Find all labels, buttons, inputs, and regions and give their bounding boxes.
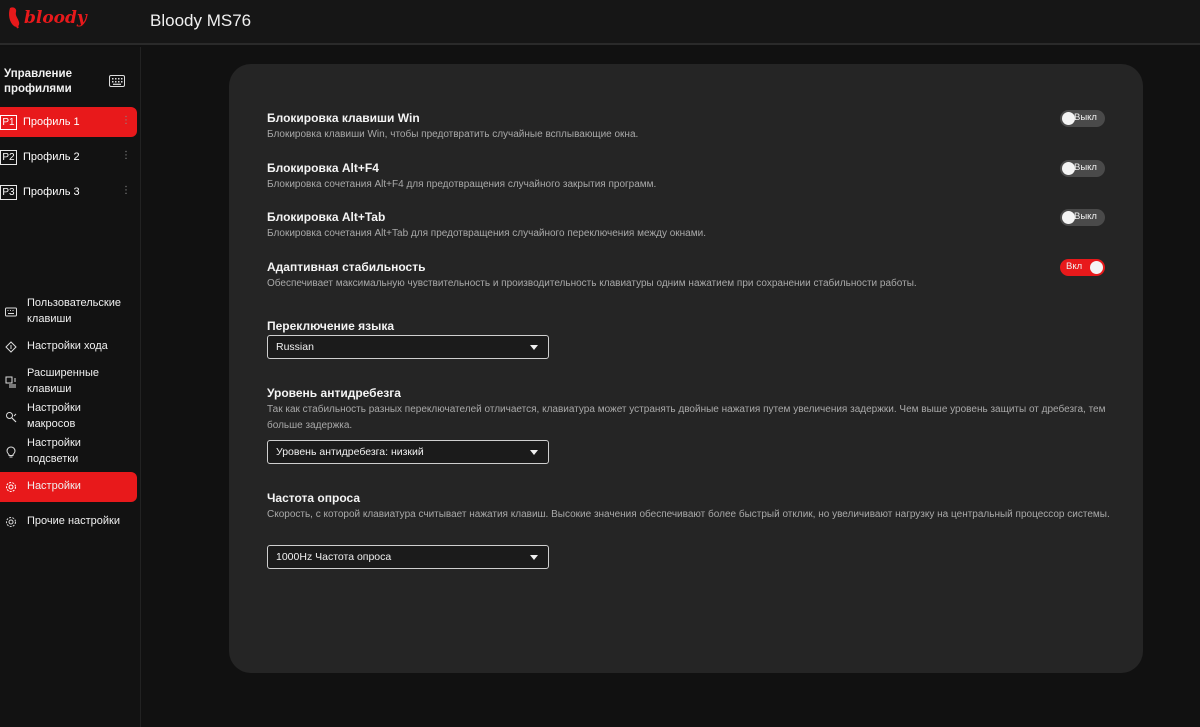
setting-desc-win-lock: Блокировка клавиши Win, чтобы предотврат… — [267, 129, 639, 140]
top-bar: bloody Bloody MS76 — [0, 0, 1200, 45]
profile-item-1[interactable]: P1 Профиль 1 ⋮ — [0, 107, 137, 137]
nav-item-lighting-settings[interactable]: Настройки подсветки — [0, 435, 137, 469]
polling-desc: Скорость, с которой клавиатура считывает… — [267, 509, 1110, 520]
polling-title: Частота опроса — [267, 491, 360, 505]
more-icon[interactable]: ⋮ — [121, 185, 131, 196]
profile-label: Профиль 2 — [23, 151, 80, 163]
bulb-icon — [6, 446, 16, 458]
nav-item-other-settings[interactable]: Прочие настройки — [0, 512, 137, 532]
setting-desc-alt-f4-lock: Блокировка сочетания Alt+F4 для предотвр… — [267, 179, 657, 190]
alt-f4-lock-toggle[interactable]: Выкл — [1060, 160, 1105, 177]
profiles-header: Управление профилями — [4, 68, 72, 95]
select-value: 1000Hz Частота опроса — [276, 551, 392, 563]
keyboard-icon[interactable] — [109, 75, 125, 87]
setting-desc-alt-tab-lock: Блокировка сочетания Alt+Tab для предотв… — [267, 228, 706, 239]
advanced-keys-icon — [5, 376, 16, 388]
nav-label: Настройки подсветки — [27, 437, 81, 465]
setting-title-win-lock: Блокировка клавиши Win — [267, 111, 420, 125]
nav-label: Настройки — [27, 480, 81, 492]
nav-label: Настройки макросов — [27, 402, 81, 430]
setting-desc-adaptive-stability: Обеспечивает максимальную чувствительнос… — [267, 278, 917, 289]
setting-title-alt-tab-lock: Блокировка Alt+Tab — [267, 210, 386, 224]
polling-select[interactable]: 1000Hz Частота опроса — [267, 545, 549, 569]
debounce-select[interactable]: Уровень антидребезга: низкий — [267, 440, 549, 464]
profile-badge: P2 — [0, 150, 17, 165]
nav-label: Пользовательские клавиши — [27, 297, 121, 325]
diamond-icon — [5, 341, 17, 353]
nav-item-advanced-keys[interactable]: Расширенные клавиши — [0, 365, 137, 399]
toggle-knob — [1090, 261, 1103, 274]
keyboard-icon — [5, 307, 17, 317]
chevron-down-icon — [530, 555, 538, 560]
profile-label: Профиль 1 — [23, 116, 80, 128]
nav-label: Настройки хода — [27, 340, 108, 352]
nav-label: Расширенные клавиши — [27, 367, 99, 395]
setting-title-adaptive-stability: Адаптивная стабильность — [267, 260, 426, 274]
toggle-state: Выкл — [1074, 211, 1097, 222]
more-icon[interactable]: ⋮ — [121, 115, 131, 126]
language-title: Переключение языка — [267, 319, 395, 333]
nav-item-settings[interactable]: Настройки — [0, 472, 137, 502]
nav-item-macro-settings[interactable]: Настройки макросов — [0, 400, 137, 434]
nav-label: Прочие настройки — [27, 515, 121, 527]
app-title: Bloody MS76 — [150, 11, 252, 30]
win-lock-toggle[interactable]: Выкл — [1060, 110, 1105, 127]
gear-icon — [6, 482, 16, 492]
select-value: Уровень антидребезга: низкий — [276, 446, 424, 458]
profile-badge: P3 — [0, 185, 17, 200]
profile-item-3[interactable]: P3 Профиль 3 ⋮ — [0, 177, 137, 207]
chevron-down-icon — [530, 345, 538, 350]
svg-text:bloody: bloody — [24, 8, 88, 28]
profile-label: Профиль 3 — [23, 186, 80, 198]
setting-title-alt-f4-lock: Блокировка Alt+F4 — [267, 161, 379, 175]
macro-icon — [6, 412, 17, 423]
language-select[interactable]: Russian — [267, 335, 549, 359]
nav-item-travel-settings[interactable]: Настройки хода — [0, 337, 137, 357]
chevron-down-icon — [530, 450, 538, 455]
toggle-state: Выкл — [1074, 112, 1097, 123]
bloody-logo: bloody — [9, 7, 88, 29]
nav-item-custom-keys[interactable]: Пользовательские клавиши — [0, 295, 137, 329]
toggle-state: Вкл — [1066, 261, 1083, 272]
debounce-title: Уровень антидребезга — [267, 386, 401, 400]
profile-item-2[interactable]: P2 Профиль 2 ⋮ — [0, 142, 137, 172]
gear-icon — [6, 517, 16, 527]
select-value: Russian — [276, 341, 314, 353]
more-icon[interactable]: ⋮ — [121, 150, 131, 161]
toggle-state: Выкл — [1074, 162, 1097, 173]
adaptive-stability-toggle[interactable]: Вкл — [1060, 259, 1105, 276]
profile-badge: P1 — [0, 115, 17, 130]
debounce-desc: Так как стабильность разных переключател… — [267, 404, 1106, 431]
alt-tab-lock-toggle[interactable]: Выкл — [1060, 209, 1105, 226]
settings-card: Блокировка клавиши Win Блокировка клавиш… — [229, 64, 1143, 673]
sidebar: Управление профилями P1 Профиль 1 ⋮ P2 П… — [0, 47, 141, 727]
